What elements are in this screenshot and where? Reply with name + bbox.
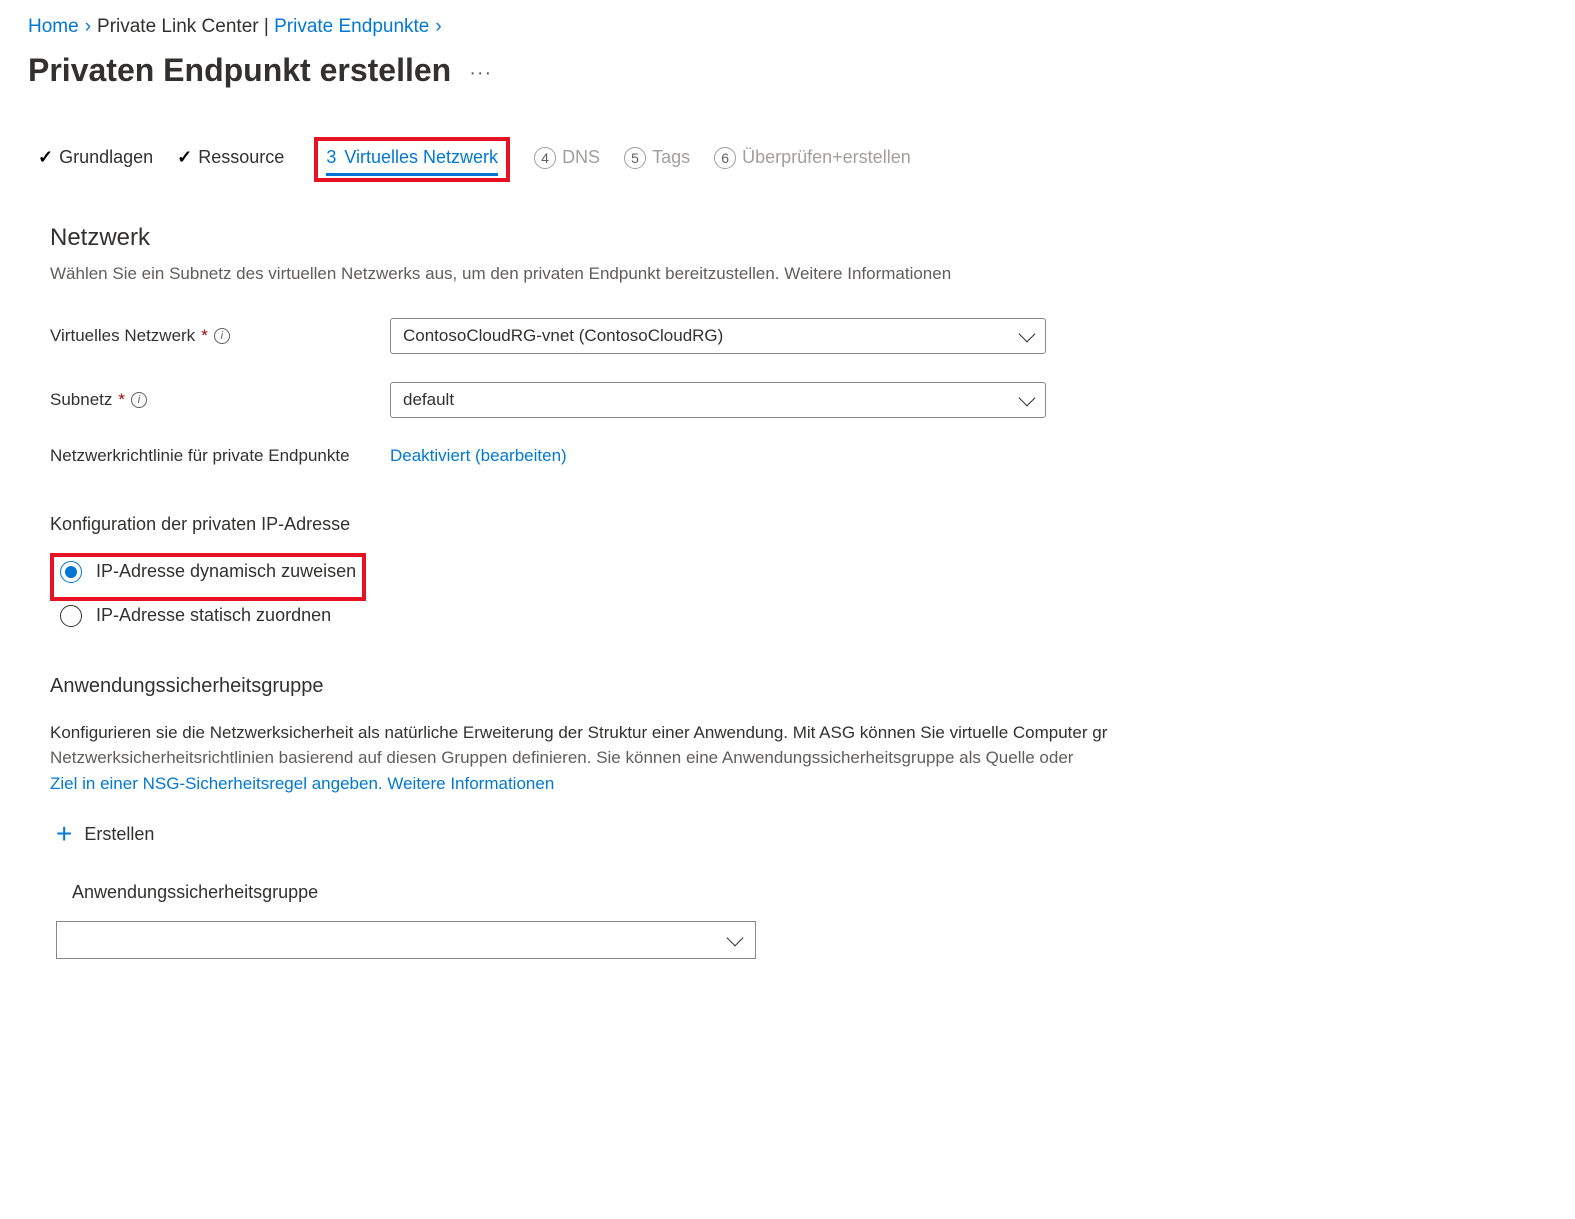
section-netzwerk: Netzwerk Wählen Sie ein Subnetz des virt… <box>50 224 1547 959</box>
page-title: Privaten Endpunkt erstellen <box>28 52 451 89</box>
tab-tags[interactable]: 5 Tags <box>624 147 690 173</box>
tab-ressource[interactable]: ✓ Ressource <box>177 147 284 172</box>
radio-selected-icon <box>60 561 82 583</box>
breadcrumb: Home › Private Link Center | Private End… <box>28 16 1547 38</box>
check-icon: ✓ <box>177 147 192 168</box>
netzwerk-heading: Netzwerk <box>50 224 1547 252</box>
radio-unselected-icon <box>60 605 82 627</box>
tab-ueberpruefen[interactable]: 6 Überprüfen+erstellen <box>714 147 911 173</box>
chevron-down-icon <box>727 930 744 947</box>
chevron-right-icon: › <box>435 16 441 38</box>
asg-dropdown[interactable] <box>56 921 756 959</box>
chevron-down-icon <box>1019 389 1036 406</box>
radio-dynamic[interactable]: IP-Adresse dynamisch zuweisen <box>60 561 356 583</box>
policy-edit-link[interactable]: Deaktiviert (bearbeiten) <box>390 446 567 466</box>
asg-more-info-link[interactable]: Ziel in einer NSG-Sicherheitsregel angeb… <box>50 771 1547 797</box>
breadcrumb-home[interactable]: Home <box>28 16 79 38</box>
info-icon[interactable]: i <box>214 328 230 344</box>
step-number-icon: 5 <box>624 147 646 169</box>
create-asg-button[interactable]: + Erstellen <box>56 820 1547 848</box>
tab-grundlagen[interactable]: ✓ Grundlagen <box>38 147 153 172</box>
step-number-icon: 6 <box>714 147 736 169</box>
policy-label: Netzwerkrichtlinie für private Endpunkte <box>50 446 390 466</box>
breadcrumb-plc[interactable]: Private Link Center | Private Endpunkte <box>97 16 429 38</box>
asg-column-header: Anwendungssicherheitsgruppe <box>72 882 1547 903</box>
subnet-label: Subnetz * i <box>50 390 390 410</box>
subnet-dropdown[interactable]: default <box>390 382 1046 418</box>
tab-dns[interactable]: 4 DNS <box>534 147 600 173</box>
more-actions-icon[interactable]: ··· <box>469 62 492 85</box>
chevron-right-icon: › <box>85 16 91 38</box>
asg-desc: Konfigurieren sie die Netzwerksicherheit… <box>50 720 1547 797</box>
step-number-icon: 4 <box>534 147 556 169</box>
section-asg: Anwendungssicherheitsgruppe Konfiguriere… <box>50 675 1547 960</box>
chevron-down-icon <box>1019 325 1036 342</box>
vnet-label: Virtuelles Netzwerk* i <box>50 326 390 346</box>
plus-icon: + <box>56 820 72 848</box>
ipconfig-heading: Konfiguration der privaten IP-Adresse <box>50 514 1547 535</box>
netzwerk-desc: Wählen Sie ein Subnetz des virtuellen Ne… <box>50 262 1547 286</box>
vnet-dropdown[interactable]: ContosoCloudRG-vnet (ContosoCloudRG) <box>390 318 1046 354</box>
highlight-box: 3 Virtuelles Netzwerk <box>314 137 510 182</box>
check-icon: ✓ <box>38 147 53 168</box>
info-icon[interactable]: i <box>131 392 147 408</box>
radio-static[interactable]: IP-Adresse statisch zuordnen <box>60 605 1547 627</box>
highlight-box: IP-Adresse dynamisch zuweisen <box>50 553 366 601</box>
tab-virtuelles-netzwerk[interactable]: 3 Virtuelles Netzwerk <box>326 147 498 172</box>
asg-heading: Anwendungssicherheitsgruppe <box>50 675 1547 698</box>
wizard-tabs: ✓ Grundlagen ✓ Ressource 3 Virtuelles Ne… <box>38 137 1547 182</box>
